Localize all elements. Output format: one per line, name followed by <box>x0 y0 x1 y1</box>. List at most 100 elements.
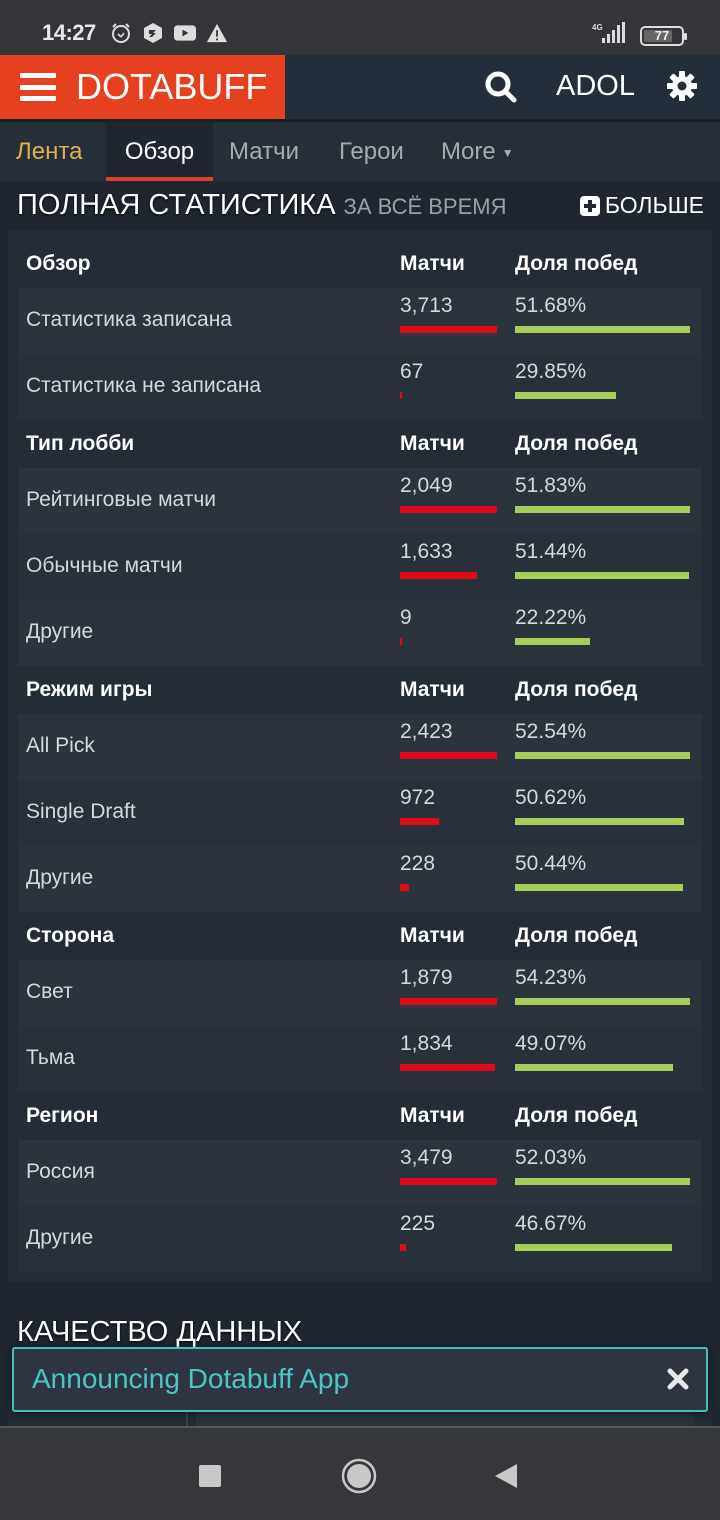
close-icon[interactable] <box>664 1365 692 1393</box>
tab-matches[interactable]: Матчи <box>229 122 299 181</box>
winrate-bar <box>515 1244 672 1251</box>
row-label: Другие <box>26 1226 94 1249</box>
stats-section-header: ПОЛНАЯ СТАТИСТИКА ЗА ВСЁ ВРЕМЯ БОЛЬШЕ <box>17 184 704 226</box>
winrate-value: 29.85% <box>515 360 587 383</box>
announcement-link[interactable]: Announcing Dotabuff App <box>32 1363 349 1395</box>
table-row[interactable]: Рейтинговые матчи 2,049 51.83% <box>18 468 702 534</box>
section-header-row: Обзор Матчи Доля побед <box>18 240 702 288</box>
tab-heroes[interactable]: Герои <box>339 122 404 181</box>
matches-bar <box>400 638 402 645</box>
table-row[interactable]: Статистика записана 3,713 51.68% <box>18 288 702 354</box>
section-header-label: Тип лобби <box>26 432 135 455</box>
winrate-value: 54.23% <box>515 966 587 989</box>
app-header: DOTABUFF ADOL <box>0 55 720 119</box>
matches-bar <box>400 884 409 891</box>
matches-bar <box>400 572 477 579</box>
winrate-bar <box>515 506 690 513</box>
matches-count: 3,479 <box>400 1146 453 1169</box>
table-row[interactable]: Другие 9 22.22% <box>18 600 702 666</box>
winrate-bar <box>515 392 616 399</box>
winrate-bar <box>515 326 690 333</box>
table-row[interactable]: Свет 1,879 54.23% <box>18 960 702 1026</box>
winrate-value: 50.44% <box>515 852 587 875</box>
row-label: All Pick <box>26 734 95 757</box>
section-header-label: Режим игры <box>26 678 153 701</box>
column-header-winrate: Доля побед <box>515 924 638 947</box>
matches-bar <box>400 818 439 825</box>
matches-bar <box>400 1064 495 1071</box>
matches-count: 1,879 <box>400 966 453 989</box>
winrate-value: 52.03% <box>515 1146 587 1169</box>
tab-more-label: More <box>441 137 496 165</box>
section-header-row: Режим игры Матчи Доля побед <box>18 666 702 714</box>
matches-bar <box>400 1178 497 1185</box>
matches-count: 2,423 <box>400 720 453 743</box>
youtube-icon <box>174 22 196 44</box>
plus-square-icon <box>579 195 600 216</box>
section-header-row: Тип лобби Матчи Доля побед <box>18 420 702 468</box>
winrate-value: 51.44% <box>515 540 587 563</box>
gear-icon[interactable] <box>666 70 698 102</box>
matches-count: 1,834 <box>400 1032 453 1055</box>
matches-bar <box>400 998 497 1005</box>
menu-icon[interactable] <box>20 73 56 101</box>
user-account-link[interactable]: ADOL <box>556 70 635 103</box>
section-header-label: Обзор <box>26 252 91 275</box>
section-title: ПОЛНАЯ СТАТИСТИКА <box>17 188 336 221</box>
battery-level: 77 <box>654 28 670 43</box>
tab-overview[interactable]: Обзор <box>106 122 213 181</box>
matches-count: 2,049 <box>400 474 453 497</box>
winrate-bar <box>515 884 683 891</box>
section-subtitle: ЗА ВСЁ ВРЕМЯ <box>343 194 507 219</box>
winrate-bar <box>515 998 690 1005</box>
status-time: 14:27 <box>42 20 96 45</box>
column-header-matches: Матчи <box>400 678 465 701</box>
row-label: Другие <box>26 866 94 889</box>
table-row[interactable]: Другие 228 50.44% <box>18 846 702 912</box>
recents-icon[interactable] <box>190 1458 230 1494</box>
matches-count: 3,713 <box>400 294 453 317</box>
table-row[interactable]: Single Draft 972 50.62% <box>18 780 702 846</box>
matches-count: 9 <box>400 606 412 629</box>
winrate-value: 49.07% <box>515 1032 587 1055</box>
app-notification-icon <box>142 22 164 44</box>
column-header-matches: Матчи <box>400 432 465 455</box>
row-label: Рейтинговые матчи <box>26 488 217 511</box>
warning-icon <box>206 22 228 44</box>
brand-logo[interactable]: DOTABUFF <box>76 66 267 108</box>
table-row[interactable]: Россия 3,479 52.03% <box>18 1140 702 1206</box>
matches-count: 225 <box>400 1212 436 1235</box>
table-row[interactable]: Обычные матчи 1,633 51.44% <box>18 534 702 600</box>
home-icon[interactable] <box>339 1458 379 1494</box>
column-header-matches: Матчи <box>400 252 465 275</box>
winrate-value: 52.54% <box>515 720 587 743</box>
more-button[interactable]: БОЛЬШЕ <box>579 192 704 219</box>
column-header-winrate: Доля побед <box>515 678 638 701</box>
battery-icon: 77 <box>640 25 687 46</box>
column-header-winrate: Доля побед <box>515 1104 638 1127</box>
matches-count: 972 <box>400 786 436 809</box>
row-label: Другие <box>26 620 94 643</box>
winrate-value: 51.83% <box>515 474 587 497</box>
signal-icon: 4G <box>590 22 628 49</box>
more-label: БОЛЬШЕ <box>604 192 704 218</box>
table-row[interactable]: Тьма 1,834 49.07% <box>18 1026 702 1092</box>
matches-bar <box>400 392 402 399</box>
table-row[interactable]: Статистика не записана 67 29.85% <box>18 354 702 420</box>
winrate-bar <box>515 572 689 579</box>
stats-panel: Обзор Матчи Доля побед Статистика записана 3… <box>8 230 712 1282</box>
announcement-banner: Announcing Dotabuff App <box>12 1347 708 1412</box>
tab-feed[interactable]: Лента <box>16 122 82 181</box>
table-row[interactable]: Другие 225 46.67% <box>18 1206 702 1272</box>
winrate-bar <box>515 1064 673 1071</box>
winrate-value: 46.67% <box>515 1212 587 1235</box>
status-bar: 14:27 4G 77 <box>0 0 720 55</box>
search-icon[interactable] <box>484 70 518 104</box>
tab-more[interactable]: More ▼ <box>441 122 514 181</box>
section-header-row: Сторона Матчи Доля побед <box>18 912 702 960</box>
row-label: Single Draft <box>26 800 136 823</box>
column-header-matches: Матчи <box>400 1104 465 1127</box>
matches-bar <box>400 506 497 513</box>
table-row[interactable]: All Pick 2,423 52.54% <box>18 714 702 780</box>
back-icon[interactable] <box>486 1458 526 1494</box>
